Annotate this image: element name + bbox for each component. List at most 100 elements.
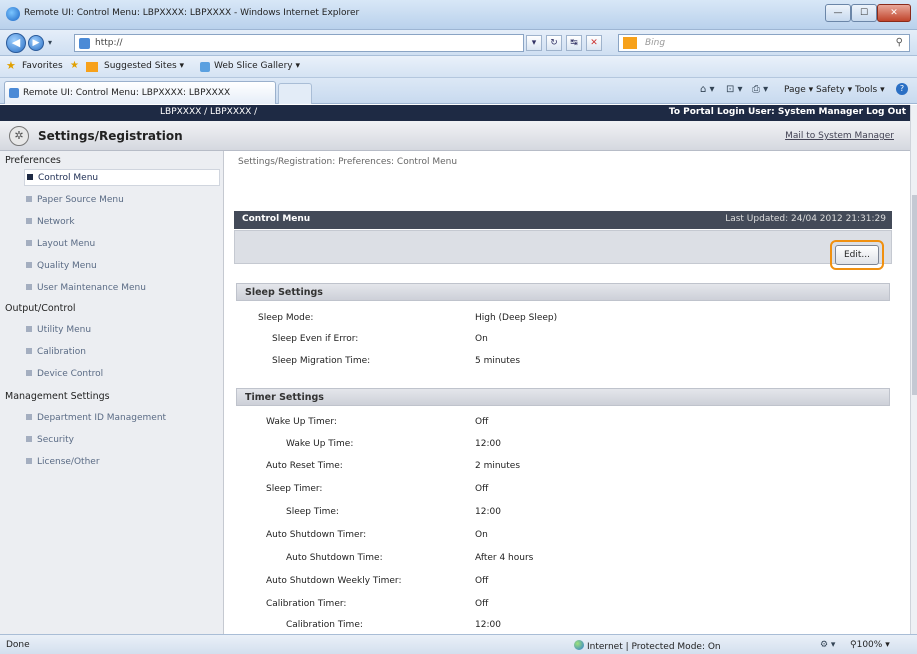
bing-logo-icon bbox=[623, 37, 637, 49]
zoom-icon: ⚲ bbox=[850, 640, 857, 650]
setting-label: Auto Reset Time: bbox=[266, 461, 343, 471]
device-header-bar: LBPXXXX / LBPXXXX / To Portal Login User… bbox=[0, 105, 910, 121]
last-updated: Last Updated: 24/04 2012 21:31:29 bbox=[725, 214, 886, 224]
portal-login-links[interactable]: To Portal Login User: System Manager Log… bbox=[669, 107, 906, 117]
setting-label: Sleep Even if Error: bbox=[272, 334, 359, 344]
sidebar-item-label: Calibration bbox=[37, 347, 86, 357]
maximize-button[interactable]: ☐ bbox=[851, 4, 877, 22]
back-icon[interactable]: ◀ bbox=[6, 33, 26, 53]
feeds-icon[interactable]: ⊡ ▾ bbox=[726, 84, 743, 95]
minimize-button[interactable]: — bbox=[825, 4, 851, 22]
protected-mode-icon[interactable]: ⚙ ▾ bbox=[820, 640, 835, 650]
zoom-text: 100% bbox=[856, 640, 883, 650]
address-bar[interactable]: http:// bbox=[74, 34, 524, 52]
sidebar-item-label: Security bbox=[37, 435, 74, 445]
security-zone[interactable]: Internet | Protected Mode: On bbox=[574, 640, 721, 652]
page-icon bbox=[79, 38, 90, 49]
address-url: http:// bbox=[95, 38, 123, 48]
sidebar-item-label: Control Menu bbox=[38, 173, 99, 183]
bullet-icon bbox=[26, 240, 32, 246]
bullet-icon bbox=[26, 436, 32, 442]
edit-toolbar bbox=[234, 230, 892, 264]
device-name: LBPXXXX / LBPXXXX / bbox=[160, 107, 258, 117]
sidebar-item-paper-source-menu[interactable]: Paper Source Menu bbox=[26, 195, 124, 205]
search-placeholder: Bing bbox=[645, 38, 666, 48]
tab-remote-ui[interactable]: Remote UI: Control Menu: LBPXXXX: LBPXXX… bbox=[4, 81, 276, 104]
history-dropdown-icon[interactable]: ▾ bbox=[48, 38, 52, 47]
favorites-bar: ★ Favorites ★ Suggested Sites ▾ Web Slic… bbox=[0, 56, 917, 78]
bullet-icon bbox=[26, 196, 32, 202]
sidebar-item-label: Device Control bbox=[37, 369, 104, 379]
block-title: Control Menu bbox=[242, 214, 311, 224]
status-bar: Done Internet | Protected Mode: On ⚙ ▾ ⚲… bbox=[0, 634, 917, 654]
bullet-icon bbox=[26, 326, 32, 332]
zoom-level[interactable]: ⚲100% ▾ bbox=[850, 640, 890, 650]
setting-label: Calibration Time: bbox=[286, 620, 363, 630]
sidebar-item-calibration[interactable]: Calibration bbox=[26, 347, 86, 357]
sidebar-section-output-control: Output/Control bbox=[5, 303, 76, 314]
sidebar-item-department-id-management[interactable]: Department ID Management bbox=[26, 413, 166, 423]
setting-label: Sleep Timer: bbox=[266, 484, 323, 494]
suggested-sites-link[interactable]: Suggested Sites ▾ bbox=[104, 61, 184, 71]
mail-to-system-manager-link[interactable]: Mail to System Manager bbox=[785, 131, 894, 141]
sidebar: Preferences Control Menu Paper Source Me… bbox=[0, 151, 224, 634]
bullet-icon bbox=[27, 174, 33, 180]
sidebar-item-quality-menu[interactable]: Quality Menu bbox=[26, 261, 97, 271]
favorites-label[interactable]: Favorites bbox=[22, 61, 63, 71]
sidebar-item-label: License/Other bbox=[37, 457, 100, 467]
refresh-icon[interactable]: ↻ bbox=[546, 35, 562, 51]
search-icon[interactable]: ⚲ bbox=[896, 37, 903, 48]
bullet-icon bbox=[26, 284, 32, 290]
scrollbar-thumb[interactable] bbox=[912, 195, 917, 395]
setting-value: 12:00 bbox=[475, 507, 501, 517]
search-input[interactable]: Bing ⚲ bbox=[618, 34, 910, 52]
help-icon[interactable]: ? bbox=[896, 83, 908, 95]
bullet-icon bbox=[26, 370, 32, 376]
compatibility-icon[interactable]: ▾ bbox=[526, 35, 542, 51]
add-favorite-icon[interactable]: ★ bbox=[70, 60, 79, 71]
sidebar-item-security[interactable]: Security bbox=[26, 435, 74, 445]
command-bar-menus[interactable]: Page ▾ Safety ▾ Tools ▾ bbox=[784, 85, 885, 95]
sidebar-item-label: Department ID Management bbox=[37, 413, 167, 423]
sidebar-item-control-menu[interactable]: Control Menu bbox=[24, 169, 220, 186]
sidebar-section-preferences: Preferences bbox=[5, 155, 61, 166]
sidebar-item-layout-menu[interactable]: Layout Menu bbox=[26, 239, 95, 249]
web-slice-gallery-link[interactable]: Web Slice Gallery ▾ bbox=[214, 61, 300, 71]
sidebar-item-label: Layout Menu bbox=[37, 239, 96, 249]
sidebar-item-license-other[interactable]: License/Other bbox=[26, 457, 100, 467]
setting-label: Auto Shutdown Time: bbox=[286, 553, 383, 563]
sidebar-item-user-maintenance-menu[interactable]: User Maintenance Menu bbox=[26, 283, 146, 293]
new-tab-button[interactable] bbox=[278, 83, 312, 104]
setting-label: Auto Shutdown Weekly Timer: bbox=[266, 576, 402, 586]
ie-logo-icon bbox=[6, 7, 20, 21]
setting-label: Wake Up Time: bbox=[286, 439, 354, 449]
go-icon[interactable]: ↹ bbox=[566, 35, 582, 51]
sidebar-item-device-control[interactable]: Device Control bbox=[26, 369, 103, 379]
setting-value: On bbox=[475, 530, 488, 540]
sidebar-item-label: Quality Menu bbox=[37, 261, 97, 271]
bullet-icon bbox=[26, 414, 32, 420]
sidebar-item-label: Paper Source Menu bbox=[37, 195, 124, 205]
setting-value: After 4 hours bbox=[475, 553, 534, 563]
window-title-bar: Remote UI: Control Menu: LBPXXXX: LBPXXX… bbox=[0, 0, 917, 30]
window-title: Remote UI: Control Menu: LBPXXXX: LBPXXX… bbox=[24, 8, 360, 18]
bullet-icon bbox=[26, 262, 32, 268]
sidebar-item-utility-menu[interactable]: Utility Menu bbox=[26, 325, 91, 335]
home-icon[interactable]: ⌂ ▾ bbox=[700, 84, 715, 95]
setting-value: 12:00 bbox=[475, 439, 501, 449]
forward-icon[interactable]: ▶ bbox=[28, 35, 44, 51]
edit-button[interactable]: Edit... bbox=[835, 245, 879, 265]
setting-value: 2 minutes bbox=[475, 461, 521, 471]
close-button[interactable]: ✕ bbox=[877, 4, 911, 22]
print-icon[interactable]: ⎙ ▾ bbox=[752, 84, 768, 95]
sidebar-item-network[interactable]: Network bbox=[26, 217, 75, 227]
vertical-scrollbar[interactable] bbox=[910, 105, 917, 634]
stop-icon[interactable]: ✕ bbox=[586, 35, 602, 51]
page-title: Settings/Registration bbox=[38, 129, 183, 143]
section-title: Sleep Settings bbox=[245, 287, 323, 298]
setting-value: Off bbox=[475, 576, 489, 586]
setting-label: Sleep Mode: bbox=[258, 313, 314, 323]
favorites-star-icon[interactable]: ★ bbox=[6, 59, 16, 72]
sidebar-item-label: Network bbox=[37, 217, 75, 227]
setting-label: Wake Up Timer: bbox=[266, 417, 337, 427]
